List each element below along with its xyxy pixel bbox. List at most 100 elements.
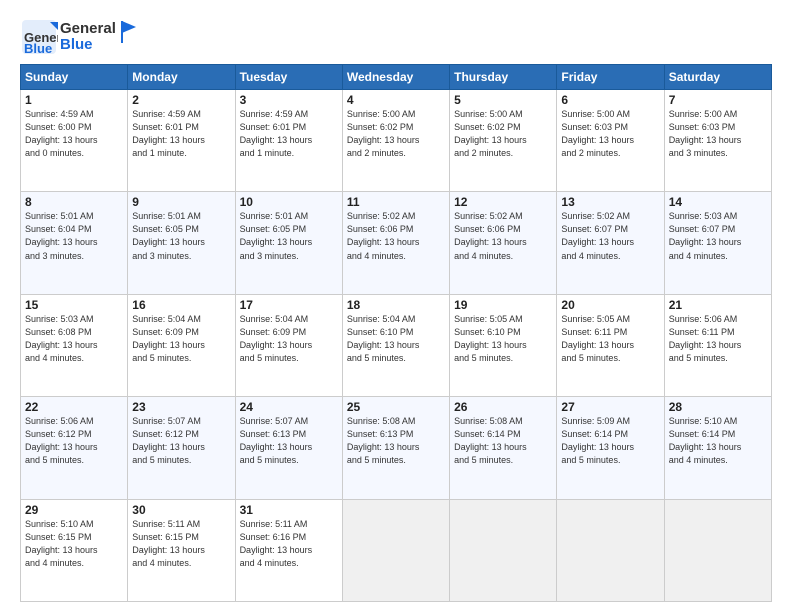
calendar-cell: 26Sunrise: 5:08 AM Sunset: 6:14 PM Dayli… (450, 397, 557, 499)
day-info: Sunrise: 5:02 AM Sunset: 6:07 PM Dayligh… (561, 210, 659, 262)
calendar-cell: 13Sunrise: 5:02 AM Sunset: 6:07 PM Dayli… (557, 192, 664, 294)
calendar-cell (342, 499, 449, 601)
day-info: Sunrise: 5:01 AM Sunset: 6:05 PM Dayligh… (240, 210, 338, 262)
logo: General Blue General Blue (20, 18, 138, 56)
day-number: 28 (669, 400, 767, 414)
calendar-day-header: Thursday (450, 65, 557, 90)
calendar-cell: 6Sunrise: 5:00 AM Sunset: 6:03 PM Daylig… (557, 90, 664, 192)
day-number: 15 (25, 298, 123, 312)
day-number: 8 (25, 195, 123, 209)
svg-text:Blue: Blue (24, 41, 52, 56)
calendar-cell: 16Sunrise: 5:04 AM Sunset: 6:09 PM Dayli… (128, 294, 235, 396)
day-info: Sunrise: 5:01 AM Sunset: 6:04 PM Dayligh… (25, 210, 123, 262)
day-info: Sunrise: 5:05 AM Sunset: 6:10 PM Dayligh… (454, 313, 552, 365)
day-info: Sunrise: 5:00 AM Sunset: 6:03 PM Dayligh… (561, 108, 659, 160)
day-number: 4 (347, 93, 445, 107)
day-number: 25 (347, 400, 445, 414)
calendar-day-header: Tuesday (235, 65, 342, 90)
logo-blue-text: Blue (60, 37, 116, 54)
day-info: Sunrise: 5:02 AM Sunset: 6:06 PM Dayligh… (347, 210, 445, 262)
day-number: 3 (240, 93, 338, 107)
day-number: 9 (132, 195, 230, 209)
day-info: Sunrise: 5:08 AM Sunset: 6:14 PM Dayligh… (454, 415, 552, 467)
calendar-cell: 17Sunrise: 5:04 AM Sunset: 6:09 PM Dayli… (235, 294, 342, 396)
logo-icon: General Blue (20, 18, 58, 56)
calendar-cell: 23Sunrise: 5:07 AM Sunset: 6:12 PM Dayli… (128, 397, 235, 499)
calendar-day-header: Monday (128, 65, 235, 90)
calendar-week-row: 29Sunrise: 5:10 AM Sunset: 6:15 PM Dayli… (21, 499, 772, 601)
day-number: 27 (561, 400, 659, 414)
calendar-cell: 19Sunrise: 5:05 AM Sunset: 6:10 PM Dayli… (450, 294, 557, 396)
day-number: 24 (240, 400, 338, 414)
day-info: Sunrise: 5:07 AM Sunset: 6:12 PM Dayligh… (132, 415, 230, 467)
day-number: 7 (669, 93, 767, 107)
calendar-day-header: Wednesday (342, 65, 449, 90)
logo-general: General (60, 21, 116, 38)
day-number: 5 (454, 93, 552, 107)
day-number: 16 (132, 298, 230, 312)
calendar-cell: 15Sunrise: 5:03 AM Sunset: 6:08 PM Dayli… (21, 294, 128, 396)
day-number: 31 (240, 503, 338, 517)
day-info: Sunrise: 5:11 AM Sunset: 6:15 PM Dayligh… (132, 518, 230, 570)
day-number: 26 (454, 400, 552, 414)
calendar-cell: 30Sunrise: 5:11 AM Sunset: 6:15 PM Dayli… (128, 499, 235, 601)
day-number: 18 (347, 298, 445, 312)
day-info: Sunrise: 5:04 AM Sunset: 6:10 PM Dayligh… (347, 313, 445, 365)
day-info: Sunrise: 4:59 AM Sunset: 6:00 PM Dayligh… (25, 108, 123, 160)
day-number: 14 (669, 195, 767, 209)
day-number: 29 (25, 503, 123, 517)
calendar-cell (450, 499, 557, 601)
day-number: 10 (240, 195, 338, 209)
calendar-week-row: 1Sunrise: 4:59 AM Sunset: 6:00 PM Daylig… (21, 90, 772, 192)
day-info: Sunrise: 5:00 AM Sunset: 6:02 PM Dayligh… (347, 108, 445, 160)
calendar-cell: 29Sunrise: 5:10 AM Sunset: 6:15 PM Dayli… (21, 499, 128, 601)
calendar-week-row: 8Sunrise: 5:01 AM Sunset: 6:04 PM Daylig… (21, 192, 772, 294)
calendar-cell: 1Sunrise: 4:59 AM Sunset: 6:00 PM Daylig… (21, 90, 128, 192)
calendar-cell: 31Sunrise: 5:11 AM Sunset: 6:16 PM Dayli… (235, 499, 342, 601)
day-number: 20 (561, 298, 659, 312)
day-info: Sunrise: 5:09 AM Sunset: 6:14 PM Dayligh… (561, 415, 659, 467)
day-number: 23 (132, 400, 230, 414)
page: General Blue General Blue Sunda (0, 0, 792, 612)
day-info: Sunrise: 5:06 AM Sunset: 6:12 PM Dayligh… (25, 415, 123, 467)
day-info: Sunrise: 5:00 AM Sunset: 6:02 PM Dayligh… (454, 108, 552, 160)
day-info: Sunrise: 5:03 AM Sunset: 6:08 PM Dayligh… (25, 313, 123, 365)
header: General Blue General Blue (20, 18, 772, 56)
day-number: 13 (561, 195, 659, 209)
calendar-cell: 20Sunrise: 5:05 AM Sunset: 6:11 PM Dayli… (557, 294, 664, 396)
calendar-cell: 7Sunrise: 5:00 AM Sunset: 6:03 PM Daylig… (664, 90, 771, 192)
day-info: Sunrise: 5:08 AM Sunset: 6:13 PM Dayligh… (347, 415, 445, 467)
calendar-cell (557, 499, 664, 601)
calendar-cell: 18Sunrise: 5:04 AM Sunset: 6:10 PM Dayli… (342, 294, 449, 396)
calendar-cell: 9Sunrise: 5:01 AM Sunset: 6:05 PM Daylig… (128, 192, 235, 294)
calendar-cell: 28Sunrise: 5:10 AM Sunset: 6:14 PM Dayli… (664, 397, 771, 499)
day-number: 21 (669, 298, 767, 312)
day-number: 6 (561, 93, 659, 107)
day-info: Sunrise: 5:03 AM Sunset: 6:07 PM Dayligh… (669, 210, 767, 262)
calendar-day-header: Friday (557, 65, 664, 90)
day-number: 22 (25, 400, 123, 414)
day-info: Sunrise: 5:02 AM Sunset: 6:06 PM Dayligh… (454, 210, 552, 262)
day-info: Sunrise: 5:04 AM Sunset: 6:09 PM Dayligh… (240, 313, 338, 365)
calendar-cell: 25Sunrise: 5:08 AM Sunset: 6:13 PM Dayli… (342, 397, 449, 499)
logo-flag-icon (120, 21, 138, 43)
calendar-table: SundayMondayTuesdayWednesdayThursdayFrid… (20, 64, 772, 602)
day-info: Sunrise: 4:59 AM Sunset: 6:01 PM Dayligh… (240, 108, 338, 160)
calendar-cell: 12Sunrise: 5:02 AM Sunset: 6:06 PM Dayli… (450, 192, 557, 294)
calendar-cell: 2Sunrise: 4:59 AM Sunset: 6:01 PM Daylig… (128, 90, 235, 192)
day-number: 2 (132, 93, 230, 107)
calendar-cell: 14Sunrise: 5:03 AM Sunset: 6:07 PM Dayli… (664, 192, 771, 294)
calendar-cell: 3Sunrise: 4:59 AM Sunset: 6:01 PM Daylig… (235, 90, 342, 192)
day-number: 30 (132, 503, 230, 517)
day-info: Sunrise: 5:05 AM Sunset: 6:11 PM Dayligh… (561, 313, 659, 365)
calendar-week-row: 15Sunrise: 5:03 AM Sunset: 6:08 PM Dayli… (21, 294, 772, 396)
calendar-header-row: SundayMondayTuesdayWednesdayThursdayFrid… (21, 65, 772, 90)
calendar-cell: 10Sunrise: 5:01 AM Sunset: 6:05 PM Dayli… (235, 192, 342, 294)
calendar-day-header: Sunday (21, 65, 128, 90)
day-info: Sunrise: 5:04 AM Sunset: 6:09 PM Dayligh… (132, 313, 230, 365)
calendar-cell: 24Sunrise: 5:07 AM Sunset: 6:13 PM Dayli… (235, 397, 342, 499)
calendar-cell (664, 499, 771, 601)
day-info: Sunrise: 5:06 AM Sunset: 6:11 PM Dayligh… (669, 313, 767, 365)
calendar-cell: 8Sunrise: 5:01 AM Sunset: 6:04 PM Daylig… (21, 192, 128, 294)
calendar-cell: 11Sunrise: 5:02 AM Sunset: 6:06 PM Dayli… (342, 192, 449, 294)
